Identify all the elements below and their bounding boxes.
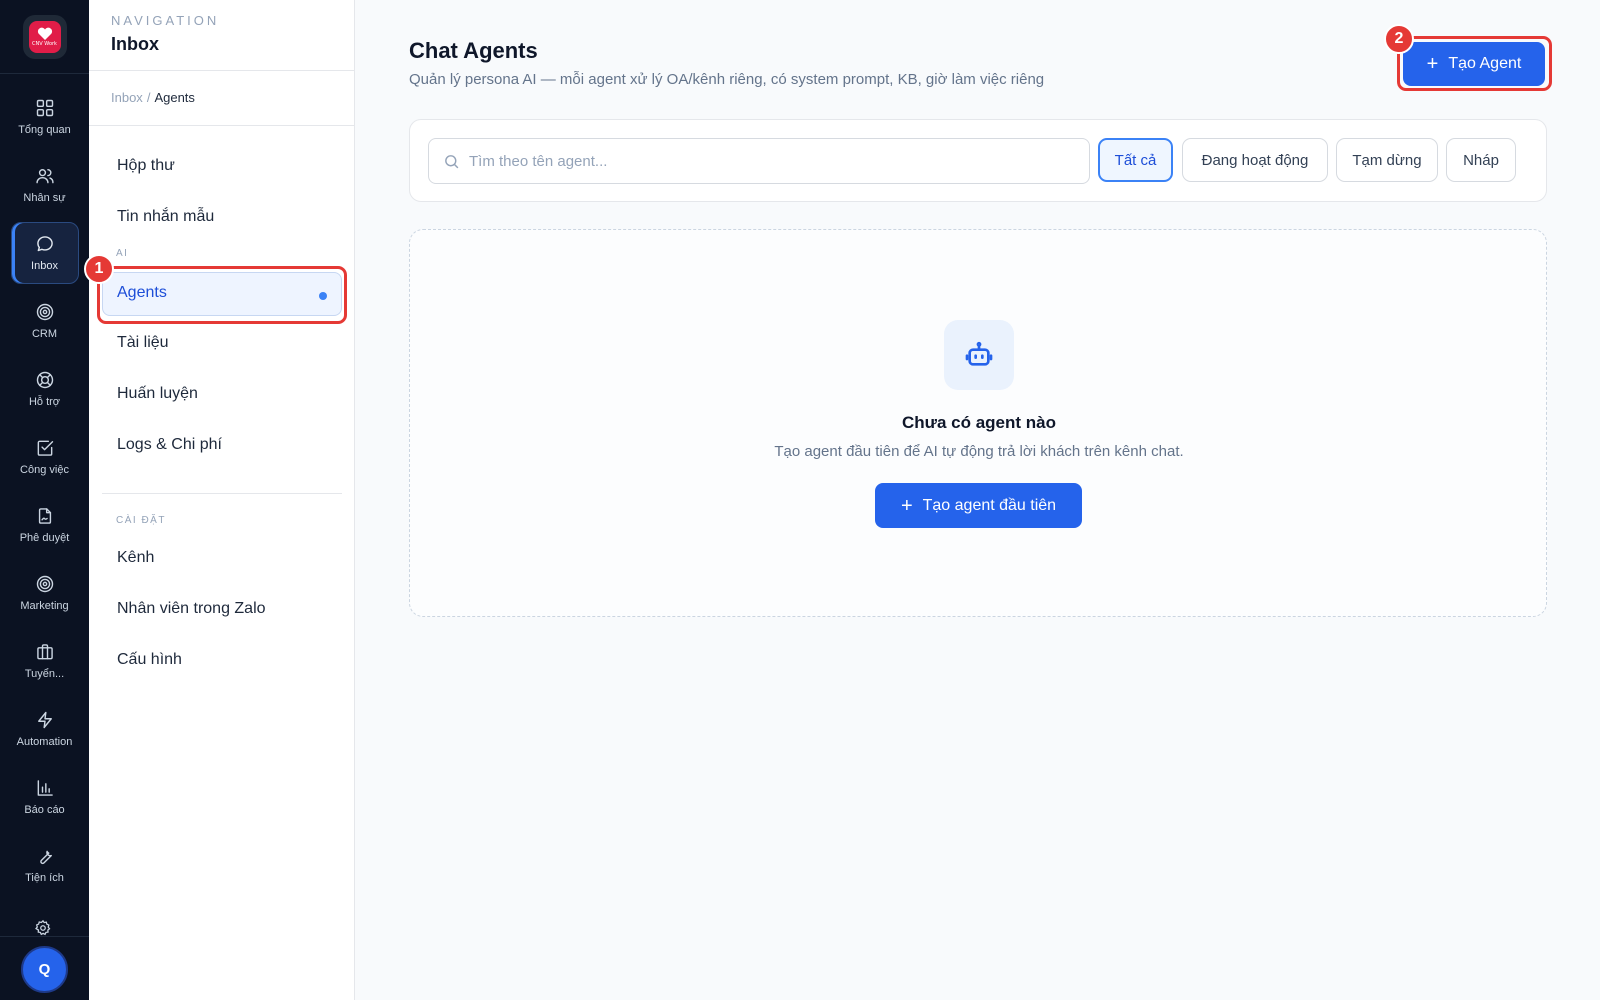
section-label-settings: CÀI ĐẶT bbox=[116, 515, 166, 526]
rail-item-marketing[interactable]: Marketing bbox=[11, 562, 79, 624]
rail-item-label: Phê duyệt bbox=[19, 532, 70, 544]
breadcrumb-separator: / bbox=[146, 90, 151, 105]
gear-icon bbox=[35, 919, 51, 936]
wrench-icon bbox=[39, 850, 52, 865]
page-title: Chat Agents bbox=[409, 38, 538, 63]
search-box[interactable] bbox=[428, 138, 1090, 184]
search-input[interactable] bbox=[469, 139, 1079, 183]
nav-item-label: Cấu hình bbox=[117, 651, 182, 668]
plus-icon: + bbox=[900, 494, 913, 517]
breadcrumb-current: Agents bbox=[154, 90, 195, 105]
create-first-agent-button[interactable]: + Tạo agent đầu tiên bbox=[875, 483, 1082, 528]
nav-kicker: NAVIGATION bbox=[111, 13, 220, 28]
step-badge-2: 2 bbox=[1384, 24, 1414, 54]
nav-item-tai-lieu[interactable]: Tài liệu bbox=[102, 322, 342, 366]
nav-divider bbox=[102, 493, 342, 494]
rail-item-tong-quan[interactable]: Tổng quan bbox=[11, 86, 79, 148]
bot-icon bbox=[965, 341, 993, 366]
rail-item-cong-viec[interactable]: Công việc bbox=[11, 426, 79, 488]
empty-state-card: Chưa có agent nào Tạo agent đầu tiên để … bbox=[409, 229, 1547, 617]
heart-icon bbox=[37, 27, 52, 40]
file-signature-icon bbox=[38, 508, 51, 524]
rail-item-label: Nhân sự bbox=[23, 192, 66, 204]
rail-item-automation[interactable]: Automation bbox=[11, 698, 79, 760]
nav-item-tin-nhan-mau[interactable]: Tin nhắn mẫu bbox=[102, 196, 342, 240]
rail-item-label: Marketing bbox=[20, 600, 69, 612]
rail-divider bbox=[0, 73, 89, 74]
target-icon bbox=[36, 575, 53, 593]
logo-mark: CNV Work bbox=[28, 21, 61, 53]
filter-chip-all[interactable]: Tất cả bbox=[1098, 138, 1173, 182]
page-subtitle: Quản lý persona AI — mỗi agent xử lý OA/… bbox=[409, 71, 1045, 88]
nav-header: NAVIGATION Inbox bbox=[89, 0, 354, 71]
filter-chip-paused[interactable]: Tạm dừng bbox=[1336, 138, 1438, 182]
rail-item-label: Automation bbox=[16, 736, 73, 748]
breadcrumb: Inbox / Agents bbox=[89, 71, 354, 126]
highlight-box-create-agent bbox=[1397, 36, 1552, 91]
checkbox-icon bbox=[37, 440, 53, 456]
target-icon bbox=[36, 303, 53, 321]
users-icon bbox=[35, 169, 54, 184]
step-badge-1: 1 bbox=[84, 254, 114, 284]
empty-state-icon-tile bbox=[944, 320, 1014, 390]
grid-icon bbox=[36, 99, 53, 117]
nav-item-label: Kênh bbox=[117, 549, 155, 566]
rail-item-label: Tuyển... bbox=[24, 668, 65, 680]
rail-item-phe-duyet[interactable]: Phê duyệt bbox=[11, 494, 79, 556]
nav-item-label: Nhân viên trong Zalo bbox=[117, 600, 266, 617]
nav-item-label: Hộp thư bbox=[117, 157, 175, 174]
nav-item-cau-hinh[interactable]: Cấu hình bbox=[102, 639, 342, 683]
user-avatar[interactable]: Q bbox=[21, 946, 68, 993]
lifebuoy-icon bbox=[36, 371, 53, 389]
breadcrumb-parent[interactable]: Inbox bbox=[111, 90, 143, 105]
empty-state-description: Tạo agent đầu tiên để AI tự động trả lời… bbox=[774, 443, 1184, 460]
rail-item-label: Inbox bbox=[31, 260, 58, 272]
logo-text: CNV Work bbox=[32, 41, 57, 47]
rail-item-bao-cao[interactable]: Báo cáo bbox=[11, 766, 79, 828]
filter-bar: Tất cả Đang hoạt động Tạm dừng Nháp bbox=[409, 119, 1547, 202]
nav-item-label: Huấn luyện bbox=[117, 385, 198, 402]
rail-item-label: Công việc bbox=[20, 464, 69, 476]
rail-item-label: Báo cáo bbox=[24, 804, 65, 816]
rail-item-inbox[interactable]: Inbox bbox=[10, 222, 79, 284]
nav-item-huan-luyen[interactable]: Huấn luyện bbox=[102, 373, 342, 417]
empty-state-title: Chưa có agent nào bbox=[902, 413, 1056, 432]
rail-item-label: Hỗ trợ bbox=[28, 396, 61, 408]
create-first-agent-label: Tạo agent đầu tiên bbox=[922, 496, 1057, 514]
briefcase-icon bbox=[36, 644, 53, 660]
section-label-ai: AI bbox=[116, 248, 129, 259]
rail-item-crm[interactable]: CRM bbox=[11, 290, 79, 352]
rail-item-tuyen-dung[interactable]: Tuyển... bbox=[11, 630, 79, 692]
secondary-nav: NAVIGATION Inbox Inbox / Agents Hộp thư Ti… bbox=[89, 0, 355, 1000]
rail-item-ho-tro[interactable]: Hỗ trợ bbox=[11, 358, 79, 420]
nav-item-hop-thu[interactable]: Hộp thư bbox=[102, 145, 342, 189]
nav-item-kenh[interactable]: Kênh bbox=[102, 537, 342, 581]
nav-item-nhan-vien-zalo[interactable]: Nhân viên trong Zalo bbox=[102, 588, 342, 632]
rail-item-label: CRM bbox=[31, 328, 58, 340]
nav-title: Inbox bbox=[111, 34, 159, 54]
app-rail: CNV Work Tổng quan Nhân sự Inbox CRM Hỗ … bbox=[0, 0, 89, 1000]
rail-item-tien-ich[interactable]: Tiện ích bbox=[11, 834, 79, 896]
filter-chip-active[interactable]: Đang hoạt động bbox=[1182, 138, 1328, 182]
search-icon bbox=[445, 155, 459, 169]
nav-item-logs-chi-phi[interactable]: Logs & Chi phí bbox=[102, 424, 342, 468]
main-content: Chat Agents Quản lý persona AI — mỗi age… bbox=[356, 0, 1600, 1000]
bolt-icon bbox=[37, 711, 52, 729]
bar-chart-icon bbox=[37, 780, 53, 796]
filter-chip-draft[interactable]: Nháp bbox=[1446, 138, 1516, 182]
highlight-box-agents bbox=[97, 266, 347, 324]
rail-item-label: Tổng quan bbox=[18, 124, 71, 136]
nav-item-label: Tài liệu bbox=[117, 334, 169, 351]
nav-item-label: Logs & Chi phí bbox=[117, 436, 222, 453]
chat-bubble-icon bbox=[36, 236, 53, 252]
app-logo[interactable]: CNV Work bbox=[22, 15, 67, 59]
nav-item-label: Tin nhắn mẫu bbox=[117, 208, 215, 225]
rail-item-nhan-su[interactable]: Nhân sự bbox=[11, 154, 79, 216]
rail-divider bbox=[0, 936, 89, 937]
rail-item-label: Tiện ích bbox=[25, 872, 64, 884]
